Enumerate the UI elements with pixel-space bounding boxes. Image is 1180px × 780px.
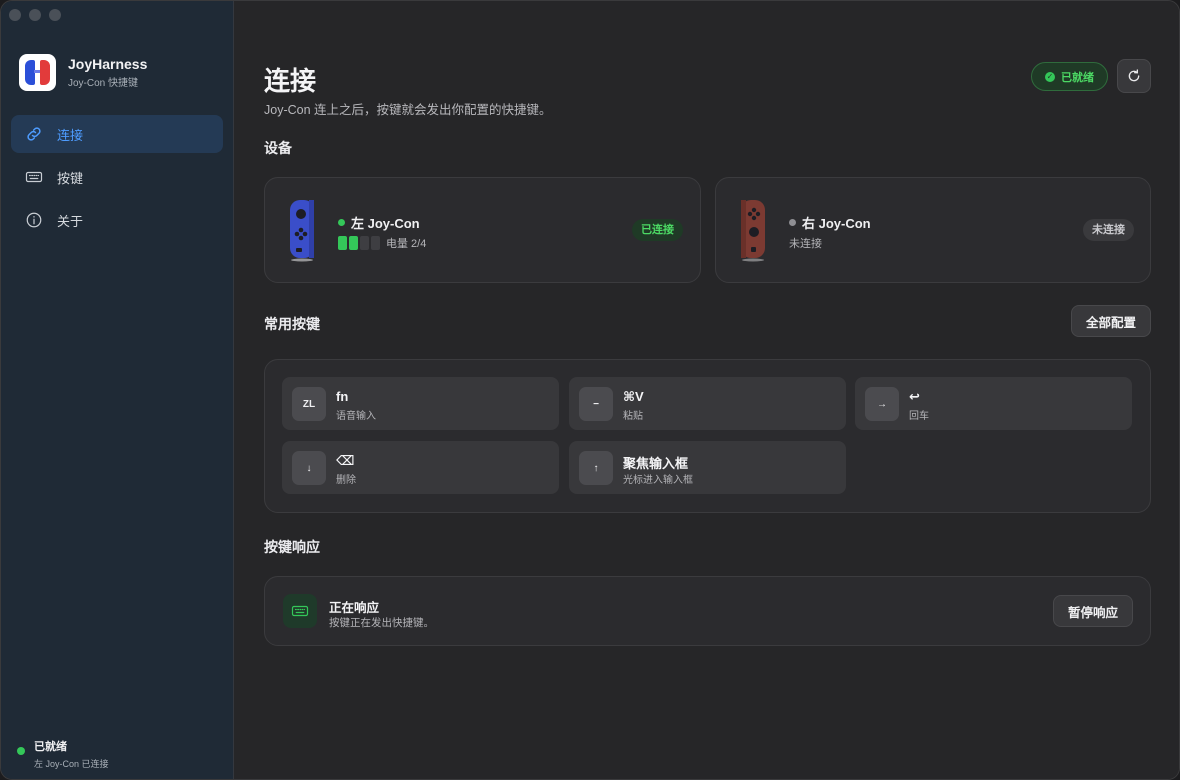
window-controls — [9, 9, 61, 21]
page-title: 连接 — [264, 66, 317, 96]
response-subtitle: 按键正在发出快捷键。 — [329, 617, 434, 629]
link-icon — [27, 127, 41, 141]
app-name: JoyHarness — [68, 56, 148, 72]
sidebar-item-label: 连接 — [57, 127, 84, 143]
sidebar-status-detail: 左 Joy-Con 已连接 — [34, 759, 109, 769]
response-title: 正在响应 — [329, 601, 380, 615]
right-joycon-name: 右 Joy-Con — [789, 213, 871, 232]
keyboard-icon — [283, 594, 317, 628]
response-card: 正在响应 按键正在发出快捷键。 暂停响应 — [264, 576, 1151, 646]
configure-all-button[interactable]: 全部配置 — [1071, 305, 1151, 337]
shortcut-tile[interactable]: → ↩ 回车 — [855, 377, 1132, 430]
sidebar-item-connect[interactable]: 连接 — [11, 115, 223, 153]
sidebar-item-about[interactable]: 关于 — [11, 201, 223, 239]
joycon-key: ↓ — [292, 451, 326, 485]
joycon-key: − — [579, 387, 613, 421]
close-window-button[interactable] — [9, 9, 21, 21]
sidebar-item-label: 关于 — [57, 213, 84, 229]
shortcut-desc: 语音输入 — [336, 411, 376, 422]
right-joycon-label: 右 Joy-Con — [802, 216, 871, 231]
battery-indicator — [338, 236, 380, 250]
shortcuts-panel: ZL fn 语音输入 − ⌘V 粘贴 → ↩ 回车 ↓ ⌫ 删除 ↑ 聚焦输入框 — [264, 359, 1151, 513]
status-badge: ✓ 已就绪 — [1031, 62, 1108, 91]
sidebar-nav: 连接 按键 关于 — [11, 115, 223, 244]
shortcut-desc: 删除 — [336, 475, 356, 486]
left-joycon-name: 左 Joy-Con — [338, 213, 420, 232]
zoom-window-button[interactable] — [49, 9, 61, 21]
joycon-key: → — [865, 387, 899, 421]
app-subtitle: Joy-Con 快捷键 — [68, 78, 139, 89]
sidebar-item-label: 按键 — [57, 170, 84, 186]
shortcut-tile[interactable]: ↑ 聚焦输入框 光标进入输入框 — [569, 441, 846, 494]
minimize-window-button[interactable] — [29, 9, 41, 21]
shortcut-tile[interactable]: − ⌘V 粘贴 — [569, 377, 846, 430]
shortcut-desc: 光标进入输入框 — [623, 475, 693, 486]
left-joycon-card: 左 Joy-Con 电量 2/4 已连接 — [264, 177, 701, 283]
right-joycon-card: 右 Joy-Con 未连接 未连接 — [715, 177, 1151, 283]
joycon-key: ↑ — [579, 451, 613, 485]
sidebar-status-title: 已就绪 — [34, 741, 67, 753]
shortcut-tile[interactable]: ZL fn 语音输入 — [282, 377, 559, 430]
info-icon — [26, 212, 42, 228]
refresh-icon — [1128, 69, 1140, 82]
app-window: JoyHarness Joy-Con 快捷键 连接 按键 关于 已就绪 左 Jo… — [0, 0, 1180, 780]
shortcuts-section-title: 常用按键 — [264, 316, 320, 332]
sidebar-status: 已就绪 左 Joy-Con 已连接 — [17, 738, 109, 770]
shortcut-desc: 粘贴 — [623, 411, 643, 422]
devices-section-title: 设备 — [264, 140, 292, 156]
connected-dot — [338, 219, 345, 226]
shortcut-name: ↩ — [909, 389, 920, 404]
status-badge-label: 已就绪 — [1061, 71, 1094, 84]
left-joycon-label: 左 Joy-Con — [351, 216, 420, 231]
shortcut-name: fn — [336, 389, 349, 404]
shortcut-desc: 回车 — [909, 411, 929, 422]
shortcut-tile[interactable]: ↓ ⌫ 删除 — [282, 441, 559, 494]
pause-response-button[interactable]: 暂停响应 — [1053, 595, 1133, 627]
disconnected-dot — [789, 219, 796, 226]
shortcut-name: ⌫ — [336, 453, 355, 468]
right-joycon-icon — [741, 200, 765, 262]
battery-label: 电量 2/4 — [386, 238, 427, 250]
status-dot — [17, 747, 25, 755]
check-icon: ✓ — [1045, 71, 1055, 82]
response-section-title: 按键响应 — [264, 539, 320, 555]
page-subtitle: Joy-Con 连上之后，按键就会发出你配置的快捷键。 — [264, 103, 552, 117]
right-joycon-status: 未连接 — [789, 238, 822, 250]
sidebar-item-keys[interactable]: 按键 — [11, 158, 223, 196]
disconnected-badge: 未连接 — [1083, 219, 1134, 241]
shortcut-name: 聚焦输入框 — [623, 456, 689, 471]
joycon-key: ZL — [292, 387, 326, 421]
left-joycon-battery: 电量 2/4 — [338, 235, 426, 251]
shortcut-name: ⌘V — [623, 389, 644, 404]
main-content: 连接 Joy-Con 连上之后，按键就会发出你配置的快捷键。 ✓ 已就绪 设备 — [234, 1, 1179, 779]
left-joycon-icon — [290, 200, 314, 262]
sidebar: JoyHarness Joy-Con 快捷键 连接 按键 关于 已就绪 左 Jo… — [1, 1, 234, 779]
app-logo — [19, 54, 56, 91]
keyboard-icon — [25, 171, 43, 183]
connected-badge: 已连接 — [632, 219, 683, 241]
app-header: JoyHarness Joy-Con 快捷键 — [19, 54, 147, 91]
refresh-button[interactable] — [1117, 59, 1151, 93]
